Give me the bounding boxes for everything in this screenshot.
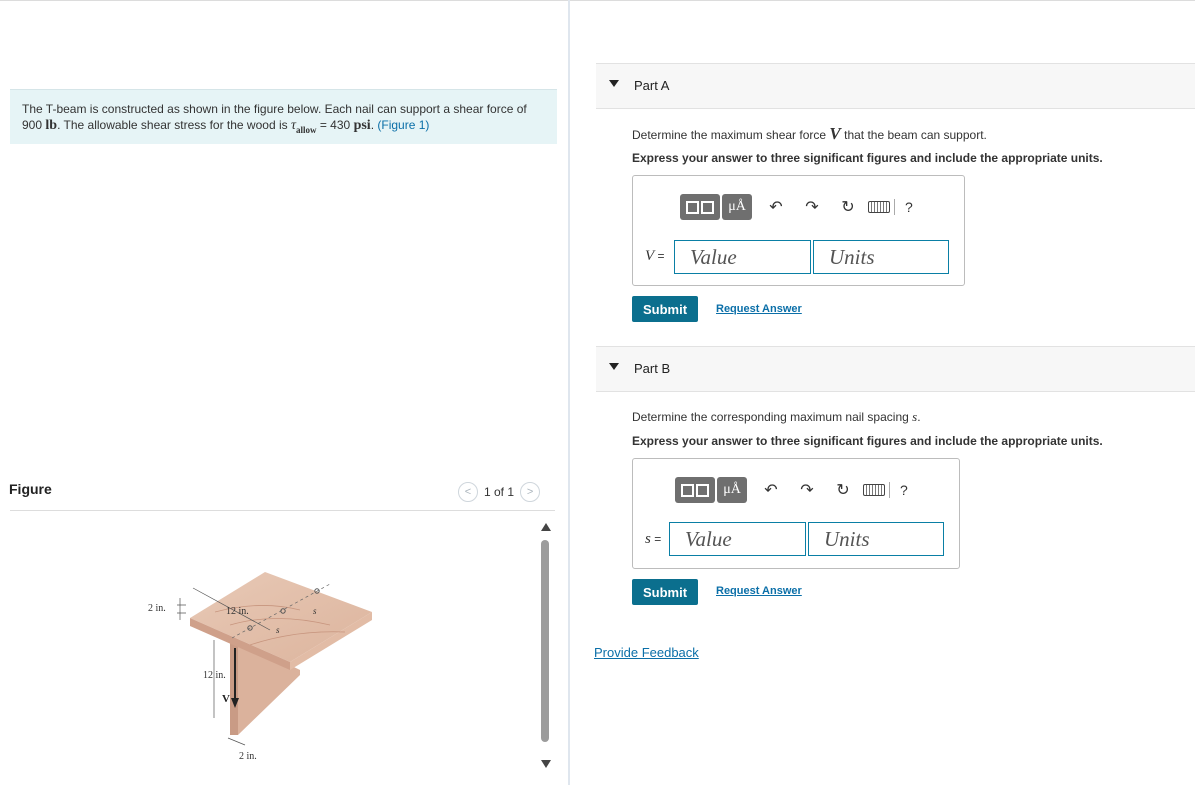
shear-label: V <box>222 693 230 705</box>
problem-statement: The T-beam is constructed as shown in th… <box>10 89 557 144</box>
templates-button[interactable] <box>675 477 715 503</box>
redo-icon[interactable]: ↷ <box>795 480 819 500</box>
templates-button[interactable] <box>680 194 720 220</box>
part-a-question: Determine the maximum shear force V that… <box>632 124 987 143</box>
spacing-label-2: s <box>313 606 317 616</box>
force-unit: lb <box>45 118 58 133</box>
scroll-down-icon[interactable] <box>540 759 552 769</box>
tau-symbol: τallow <box>290 118 317 135</box>
web-thickness-label: 2 in. <box>239 751 257 762</box>
stress-unit: psi <box>353 118 371 133</box>
figure-link[interactable]: (Figure 1) <box>377 118 429 132</box>
top-thickness-dim <box>177 598 186 620</box>
scroll-thumb[interactable] <box>541 540 549 742</box>
web-height-label: 12 in. <box>203 670 226 681</box>
part-a-header[interactable]: Part A <box>596 63 1195 109</box>
undo-icon[interactable]: ↶ <box>764 197 788 217</box>
redo-icon[interactable]: ↷ <box>800 197 824 217</box>
part-b-answer-box: μÅ ↶ ↷ ↻ ? s = Value Units <box>632 458 960 569</box>
pane-divider[interactable] <box>568 0 570 785</box>
toolbar-separator <box>894 199 895 215</box>
keyboard-icon[interactable] <box>868 201 890 213</box>
keyboard-icon[interactable] <box>863 484 885 496</box>
problem-text-2: . The allowable shear stress for the woo… <box>57 118 288 132</box>
top-thickness-label: 2 in. <box>148 603 166 614</box>
help-icon[interactable]: ? <box>905 199 913 215</box>
part-a-submit-button[interactable]: Submit <box>632 296 698 322</box>
units-button[interactable]: μÅ <box>717 477 747 503</box>
prev-figure-button[interactable]: < <box>458 482 478 502</box>
caret-down-icon <box>609 80 619 87</box>
part-b-toolbar: μÅ ↶ ↷ ↻ ? <box>675 477 908 503</box>
units-button[interactable]: μÅ <box>722 194 752 220</box>
reset-icon[interactable]: ↻ <box>831 480 855 500</box>
force-value: 900 <box>22 118 43 132</box>
part-b-units-input[interactable]: Units <box>808 522 944 556</box>
flange-width-label: 12 in. <box>226 606 249 617</box>
part-b-instruction: Express your answer to three significant… <box>632 434 1103 448</box>
toolbar-separator <box>889 482 890 498</box>
part-b-submit-button[interactable]: Submit <box>632 579 698 605</box>
chevron-left-icon: < <box>464 486 472 498</box>
part-b-label: Part B <box>634 361 671 376</box>
part-a-toolbar: μÅ ↶ ↷ ↻ ? <box>680 194 913 220</box>
flange-top <box>190 572 372 662</box>
undo-icon[interactable]: ↶ <box>759 480 783 500</box>
stress-value: = 430 <box>319 118 351 132</box>
part-b-question: Determine the corresponding maximum nail… <box>632 409 921 424</box>
chevron-right-icon: > <box>526 486 534 498</box>
part-a-answer-box: μÅ ↶ ↷ ↻ ? V = Value Units <box>632 175 965 286</box>
part-a-var-label: V = <box>645 248 665 264</box>
figure-count: 1 of 1 <box>484 485 515 499</box>
top-border <box>0 0 1195 1</box>
part-a-value-input[interactable]: Value <box>674 240 811 274</box>
caret-down-icon <box>609 363 619 370</box>
reset-icon[interactable]: ↻ <box>836 197 860 217</box>
problem-text-1: The T-beam is constructed as shown in th… <box>22 102 527 116</box>
part-a-label: Part A <box>634 78 670 93</box>
scroll-up-icon[interactable] <box>540 522 552 532</box>
provide-feedback-link[interactable]: Provide Feedback <box>594 645 699 660</box>
figure-title: Figure <box>9 481 52 497</box>
figure-pager: < 1 of 1 > <box>458 482 541 502</box>
figure-divider <box>10 510 555 511</box>
figure-scrollbar[interactable] <box>539 474 553 785</box>
next-figure-button[interactable]: > <box>520 482 541 502</box>
period: . <box>370 118 375 132</box>
part-b-header[interactable]: Part B <box>596 346 1195 392</box>
part-b-var-label: s = <box>645 531 662 547</box>
part-a-request-answer-link[interactable]: Request Answer <box>716 303 802 315</box>
part-a-units-input[interactable]: Units <box>813 240 949 274</box>
part-a-instruction: Express your answer to three significant… <box>632 151 1103 165</box>
part-b-value-input[interactable]: Value <box>669 522 806 556</box>
spacing-label-1: s <box>276 625 280 635</box>
part-b-request-answer-link[interactable]: Request Answer <box>716 585 802 597</box>
t-beam-figure: 2 in. 12 in. 12 in. V 2 in. s s <box>148 572 372 762</box>
web-thickness-dim <box>227 737 246 746</box>
help-icon[interactable]: ? <box>900 482 908 498</box>
